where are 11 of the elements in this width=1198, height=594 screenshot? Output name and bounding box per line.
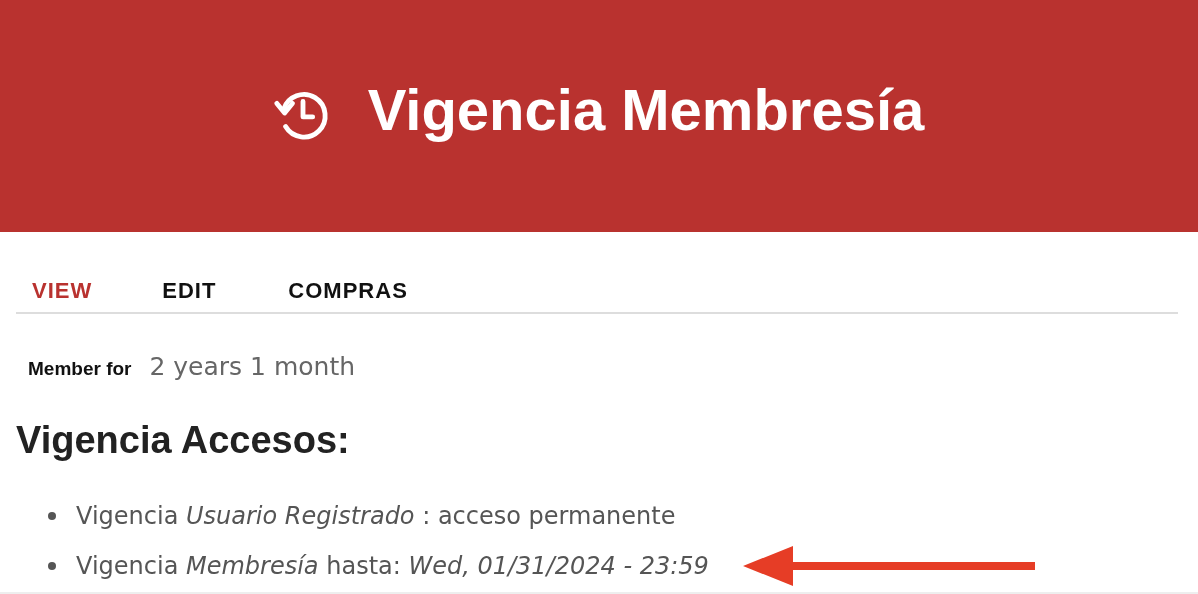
section-heading: Vigencia Accesos: (16, 419, 351, 462)
bullet-icon (48, 562, 56, 570)
list-item-text: Vigencia Usuario Registrado : acceso permanente (76, 502, 676, 530)
tab[interactable]: VIEW (32, 272, 93, 312)
tab[interactable]: EDIT (162, 272, 217, 312)
field-value: 2 years 1 month (149, 352, 356, 381)
bullet-icon (48, 512, 56, 520)
tab[interactable]: COMPRAS (288, 272, 408, 312)
list-item-text: Vigencia Membresía hasta: Wed, 01/31/2024 - 23:59 (76, 552, 709, 580)
page-title: Vigencia Membresía (367, 75, 925, 143)
field-label: Member for (28, 358, 132, 380)
